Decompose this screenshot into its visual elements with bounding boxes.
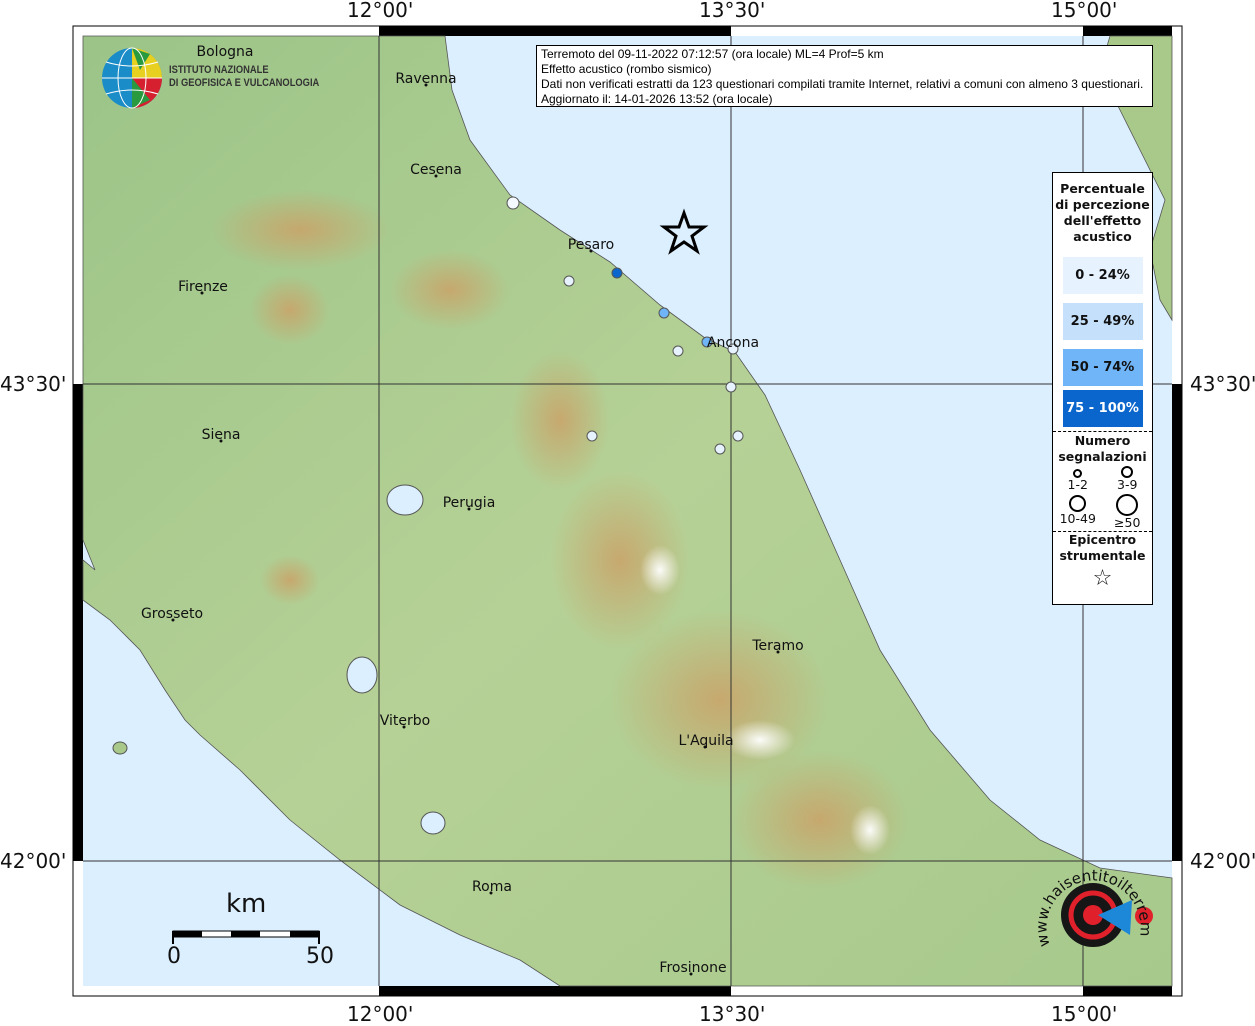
lon-label-top: 15°00' — [1051, 0, 1118, 22]
city-label: Ravenna — [395, 71, 457, 87]
legend-epicenter-title: Epicentro strumentale — [1059, 532, 1146, 563]
city-label: L'Aquila — [678, 733, 734, 749]
ingv-name: ISTITUTO NAZIONALE DI GEOFISICA E VULCAN… — [169, 64, 319, 90]
scale-max: 50 — [306, 944, 334, 969]
size-50-plus-icon — [1116, 494, 1139, 516]
city-label: Ancona — [706, 335, 760, 351]
size-label: 1-2 — [1067, 477, 1088, 492]
city-label: Perugia — [442, 495, 496, 511]
size-label: 3-9 — [1117, 477, 1138, 492]
ingv-logo — [102, 47, 162, 109]
city-label: Roma — [472, 879, 512, 895]
lon-label-bottom: 12°00' — [347, 1002, 414, 1026]
marker-0-24 — [672, 345, 684, 357]
lon-label-bottom: 15°00' — [1051, 1002, 1118, 1026]
lon-label-top: 12°00' — [347, 0, 414, 22]
lake-trasimeno — [386, 484, 424, 516]
city-label: Grosseto — [140, 606, 204, 622]
city-label: Teramo — [752, 638, 804, 654]
lat-label-left: 43°30' — [0, 372, 67, 396]
ingv-line2: DI GEOFISICA E VULCANOLOGIA — [169, 77, 320, 89]
lake-bracciano — [420, 811, 446, 835]
legend-count-title: Numero segnalazioni — [1058, 433, 1147, 464]
size-label: ≥50 — [1114, 515, 1141, 530]
size-10-49-icon — [1069, 495, 1087, 512]
event-line: Terremoto del 09-11-2022 07:12:57 (ora l… — [541, 47, 884, 61]
marker-0-24 — [563, 275, 575, 287]
marker-0-24 — [506, 196, 520, 210]
size-label: 10-49 — [1059, 511, 1096, 526]
legend: Percentuale di percezione dell'effetto a… — [1052, 172, 1153, 605]
data-note: Dati non verificati estratti da 123 ques… — [541, 77, 1144, 91]
scale-unit: km — [226, 889, 267, 919]
legend-star-icon: ☆ — [1092, 566, 1113, 591]
city-label: Bologna — [196, 44, 254, 60]
city-label: Firenze — [178, 279, 228, 295]
marker-0-24 — [586, 430, 598, 442]
marker-50-74 — [658, 307, 670, 319]
city-label: Frosinone — [659, 960, 727, 976]
lat-label-left: 42°00' — [0, 849, 67, 873]
scale-min: 0 — [167, 944, 181, 969]
lake-bolsena — [346, 656, 378, 694]
lat-label-right: 43°30' — [1190, 372, 1255, 396]
city-label: Viterbo — [379, 713, 431, 729]
legend-class-0-24: 0 - 24% — [1062, 257, 1143, 294]
legend-class-75-100: 75 - 100% — [1062, 390, 1143, 427]
marker-75-100 — [611, 267, 623, 279]
updated-line: Aggiornato il: 14-01-2026 13:52 (ora loc… — [541, 92, 773, 106]
legend-class-50-74: 50 - 74% — [1062, 349, 1143, 386]
city-label: Pesaro — [567, 237, 615, 253]
island — [112, 741, 128, 755]
ingv-line1: ISTITUTO NAZIONALE — [169, 64, 269, 76]
lat-label-right: 42°00' — [1190, 849, 1255, 873]
marker-0-24 — [732, 430, 744, 442]
marker-0-24 — [725, 381, 737, 393]
effect-line: Effetto acustico (rombo sismico) — [541, 62, 712, 76]
legend-size-scale: 1-2 3-9 10-49 ≥50 — [1053, 465, 1152, 529]
marker-0-24 — [714, 443, 726, 455]
city-label: Siena — [201, 427, 241, 443]
lon-label-bottom: 13°30' — [699, 1002, 766, 1026]
legend-class-25-49: 25 - 49% — [1062, 303, 1143, 340]
city-label: Cesena — [410, 162, 462, 178]
lon-label-top: 13°30' — [699, 0, 766, 22]
legend-title: Percentuale di percezione dell'effetto a… — [1055, 181, 1150, 244]
event-info-box: Terremoto del 09-11-2022 07:12:57 (ora l… — [536, 45, 1153, 107]
